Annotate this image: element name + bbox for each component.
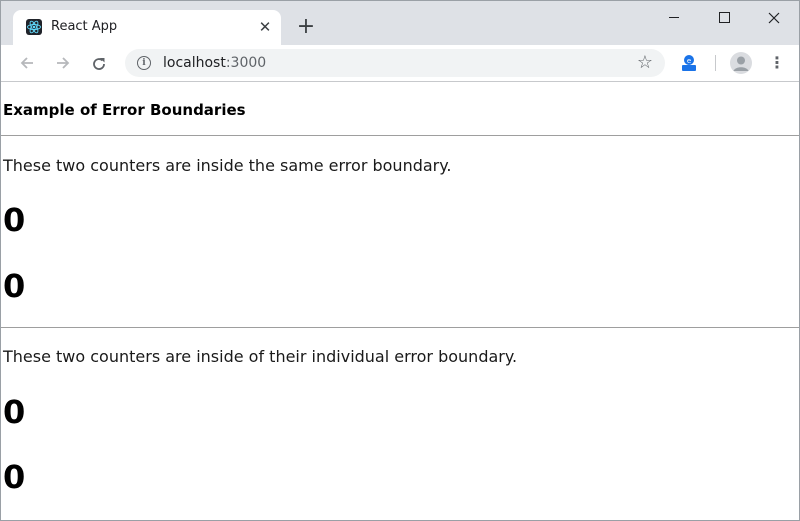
back-arrow-icon [20, 57, 33, 69]
tab-strip: React App ✕ + [1, 1, 799, 45]
section1-description: These two counters are inside the same e… [3, 156, 452, 175]
divider [1, 135, 799, 136]
toolbar-separator [715, 55, 716, 71]
close-icon [768, 12, 780, 23]
browser-toolbar: i localhost:3000 ☆ e ⋮ [1, 45, 799, 82]
forward-arrow-icon [57, 57, 70, 69]
counter[interactable]: 0 [3, 459, 25, 495]
divider [1, 327, 799, 328]
minimize-icon [669, 16, 679, 18]
new-tab-button[interactable]: + [295, 16, 317, 38]
star-icon[interactable]: ☆ [635, 53, 655, 73]
back-button[interactable] [15, 51, 39, 75]
kebab-menu-icon[interactable]: ⋮ [769, 52, 785, 74]
reload-button[interactable] [87, 51, 111, 75]
url-host: localhost [163, 55, 226, 71]
tab-title: React App [51, 19, 118, 34]
forward-button[interactable] [51, 51, 75, 75]
maximize-button[interactable] [701, 4, 747, 30]
extension-icon[interactable]: e [679, 53, 699, 73]
maximize-icon [718, 11, 730, 23]
close-window-button[interactable] [751, 4, 797, 30]
profile-avatar-icon[interactable] [730, 52, 752, 74]
section2-description: These two counters are inside of their i… [3, 347, 518, 366]
counter[interactable]: 0 [3, 268, 25, 304]
reload-icon [93, 57, 105, 70]
svg-text:e: e [687, 57, 691, 65]
page-content: Example of Error Boundaries These two co… [1, 82, 799, 520]
url-text[interactable]: localhost:3000 [163, 55, 266, 71]
address-bar[interactable]: i localhost:3000 ☆ [125, 49, 665, 77]
tab-react-app[interactable]: React App ✕ [13, 10, 281, 45]
minimize-button[interactable] [651, 4, 697, 30]
counter[interactable]: 0 [3, 394, 25, 430]
close-tab-icon[interactable]: ✕ [256, 18, 274, 36]
info-icon[interactable]: i [137, 56, 151, 70]
url-port: :3000 [225, 55, 267, 71]
react-logo-icon [26, 19, 42, 35]
counter[interactable]: 0 [3, 202, 25, 238]
browser-window: React App ✕ + i localhost:3000 ☆ e ⋮ Exa… [0, 0, 800, 521]
page-title: Example of Error Boundaries [3, 101, 246, 119]
